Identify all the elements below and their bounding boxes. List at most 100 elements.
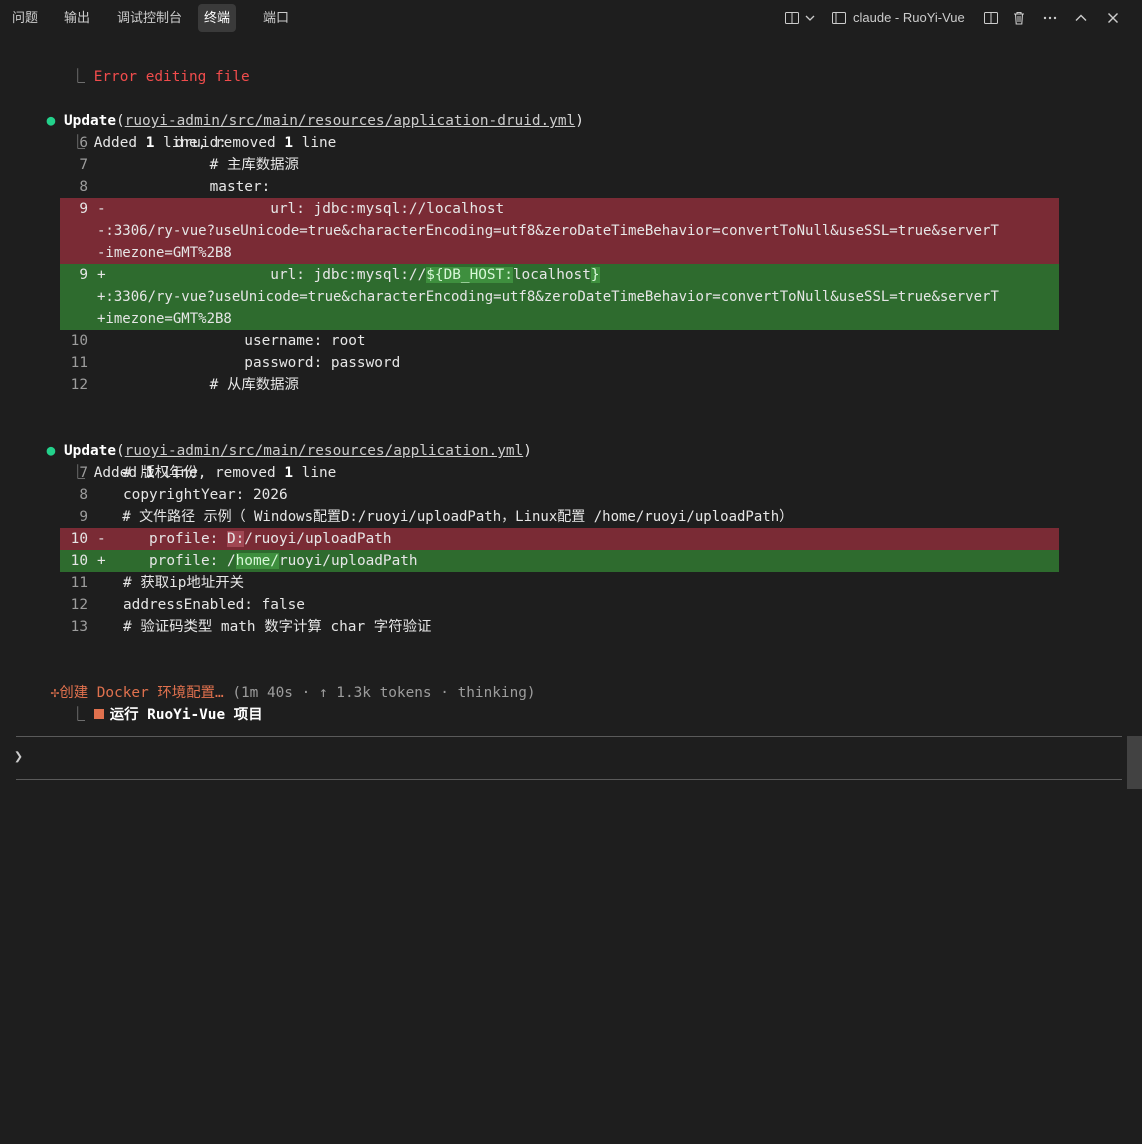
diff-sign: + <box>97 553 106 569</box>
update-header: ● Update(ruoyi-admin/src/main/resources/… <box>0 88 1142 129</box>
line-number: 12 <box>70 377 88 393</box>
line-number: 9 <box>79 201 88 217</box>
line-number: 11 <box>70 355 88 371</box>
chevron-up-icon[interactable] <box>1071 6 1091 30</box>
panel-header: 问题 输出 调试控制台 终端 端口 claude - RuoYi-Vue <box>0 0 1142 36</box>
code-text: +imezone=GMT%2B8 <box>97 311 232 327</box>
split-layout-icon[interactable] <box>782 6 802 30</box>
diff-line: 6 druid: <box>0 132 1142 154</box>
code-segment: ruoyi/uploadPath <box>278 553 418 569</box>
code-text: password: password <box>97 355 401 371</box>
line-number: 10 <box>70 333 88 349</box>
update-header: ● Update(ruoyi-admin/src/main/resources/… <box>0 418 1142 459</box>
code-segment: /ruoyi/uploadPath <box>244 531 392 547</box>
diff-sign: - <box>97 531 106 547</box>
terminal-output[interactable]: ⎿ Error editing file ● Update(ruoyi-admi… <box>0 44 1142 734</box>
added-highlight: home/ <box>235 553 279 569</box>
code-text: -imezone=GMT%2B8 <box>97 245 232 261</box>
added-line: 10 + profile: /home/ruoyi/uploadPath <box>0 550 1142 572</box>
deleted-line: 10- profile: D:/ruoyi/uploadPath <box>0 528 1142 550</box>
code-text: # 从库数据源 <box>97 377 299 393</box>
deleted-line: -:3306/ry-vue?useUnicode=true&characterE… <box>0 220 1142 242</box>
line-number: 12 <box>70 597 88 613</box>
diff-sign: + <box>97 267 106 283</box>
code-text: url: jdbc:mysql://${DB_HOST:localhost} <box>123 264 600 286</box>
terminal-scrollbar[interactable] <box>1127 736 1142 789</box>
diff-sign: - <box>97 201 106 217</box>
diff-line: 7 # 主库数据源 <box>0 154 1142 176</box>
line-number: 7 <box>79 157 88 173</box>
diff-line: 13 # 验证码类型 math 数字计算 char 字符验证 <box>0 616 1142 638</box>
code-text: url: jdbc:mysql://localhost <box>123 201 505 217</box>
line-number: 10 <box>70 531 88 547</box>
code-segment: profile: <box>123 531 227 547</box>
in-progress-square-icon <box>93 709 104 719</box>
code-text: -:3306/ry-vue?useUnicode=true&characterE… <box>97 223 999 239</box>
prompt-top-border <box>16 736 1122 737</box>
chevron-down-icon[interactable] <box>803 6 817 30</box>
diff-summary: ⎿ Added 1 line, removed 1 line <box>0 440 1142 481</box>
added-line: +imezone=GMT%2B8 <box>0 308 1142 330</box>
code-text: # 文件路径 示例（ Windows配置D:/ruoyi/uploadPath，… <box>97 509 794 525</box>
line-number: 11 <box>70 575 88 591</box>
line-number: 9 <box>79 509 88 525</box>
line-number: 13 <box>70 619 88 635</box>
close-icon[interactable] <box>1103 6 1123 30</box>
code-text: profile: /home/ruoyi/uploadPath <box>123 550 418 572</box>
diff-line: 12 # 从库数据源 <box>0 374 1142 396</box>
todo-item: ⎿ 运行 RuoYi-Vue 项目 <box>0 682 1142 723</box>
split-editor-icon[interactable] <box>981 6 1001 30</box>
diff-summary: ⎿ Added 1 line, removed 1 line <box>0 110 1142 151</box>
line-number: 8 <box>79 179 88 195</box>
diff-line: 12 addressEnabled: false <box>0 594 1142 616</box>
error-message: Error editing file <box>93 69 250 85</box>
tree-connector: ⎿ <box>70 707 94 723</box>
todo-label: 运行 RuoYi-Vue 项目 <box>109 707 263 723</box>
code-text: +:3306/ry-vue?useUnicode=true&characterE… <box>97 289 999 305</box>
code-text: master: <box>97 179 271 195</box>
ellipsis-icon[interactable] <box>1040 6 1060 30</box>
added-highlight: } <box>590 267 600 283</box>
deleted-highlight: D: <box>226 531 245 547</box>
line-number: 10 <box>70 553 88 569</box>
prompt-chevron-icon: ❯ <box>14 747 24 765</box>
terminal-name[interactable]: claude - RuoYi-Vue <box>853 6 965 30</box>
tab-output[interactable]: 输出 <box>58 4 96 32</box>
tab-problems[interactable]: 问题 <box>6 4 44 32</box>
line-number: 8 <box>79 487 88 503</box>
line-number: 7 <box>79 465 88 481</box>
diff-line: 10 username: root <box>0 330 1142 352</box>
deleted-line: 9- url: jdbc:mysql://localhost <box>0 198 1142 220</box>
trash-icon[interactable] <box>1009 6 1029 30</box>
diff-line: 8 copyrightYear: 2026 <box>0 484 1142 506</box>
code-text: copyrightYear: 2026 <box>97 487 288 503</box>
code-text: addressEnabled: false <box>97 597 305 613</box>
code-segment: localhost <box>512 267 591 283</box>
line-number: 9 <box>79 267 88 283</box>
added-line: 9 + url: jdbc:mysql://${DB_HOST:localhost… <box>0 264 1142 286</box>
diff-line: 11 password: password <box>0 352 1142 374</box>
code-text: username: root <box>97 333 366 349</box>
code-text: # 获取ip地址开关 <box>97 575 244 591</box>
code-text: druid: <box>97 135 227 151</box>
prompt-input[interactable] <box>34 744 1118 774</box>
code-text: # 版权年份 <box>97 465 198 481</box>
tab-terminal[interactable]: 终端 <box>198 4 237 32</box>
tree-connector: ⎿ <box>70 69 94 85</box>
code-segment: profile: / <box>123 553 236 569</box>
diff-line: 9 # 文件路径 示例（ Windows配置D:/ruoyi/uploadPat… <box>0 506 1142 528</box>
added-line: +:3306/ry-vue?useUnicode=true&characterE… <box>0 286 1142 308</box>
diff-line: 11 # 获取ip地址开关 <box>0 572 1142 594</box>
deleted-line: -imezone=GMT%2B8 <box>0 242 1142 264</box>
code-text: # 验证码类型 math 数字计算 char 字符验证 <box>97 619 432 635</box>
line-number: 6 <box>79 135 88 151</box>
error-line: ⎿ Error editing file <box>0 44 1142 85</box>
activity-status: ✢创建 Docker 环境配置… (1m 40s · ↑ 1.3k tokens… <box>0 660 1142 701</box>
code-text: profile: D:/ruoyi/uploadPath <box>123 528 392 550</box>
code-text: # 主库数据源 <box>97 157 299 173</box>
prompt-bottom-border <box>16 779 1122 780</box>
tab-debug-console[interactable]: 调试控制台 <box>111 4 188 32</box>
tab-ports[interactable]: 端口 <box>257 4 295 32</box>
terminal-icon <box>830 6 848 30</box>
code-segment: url: jdbc:mysql:// <box>123 267 427 283</box>
